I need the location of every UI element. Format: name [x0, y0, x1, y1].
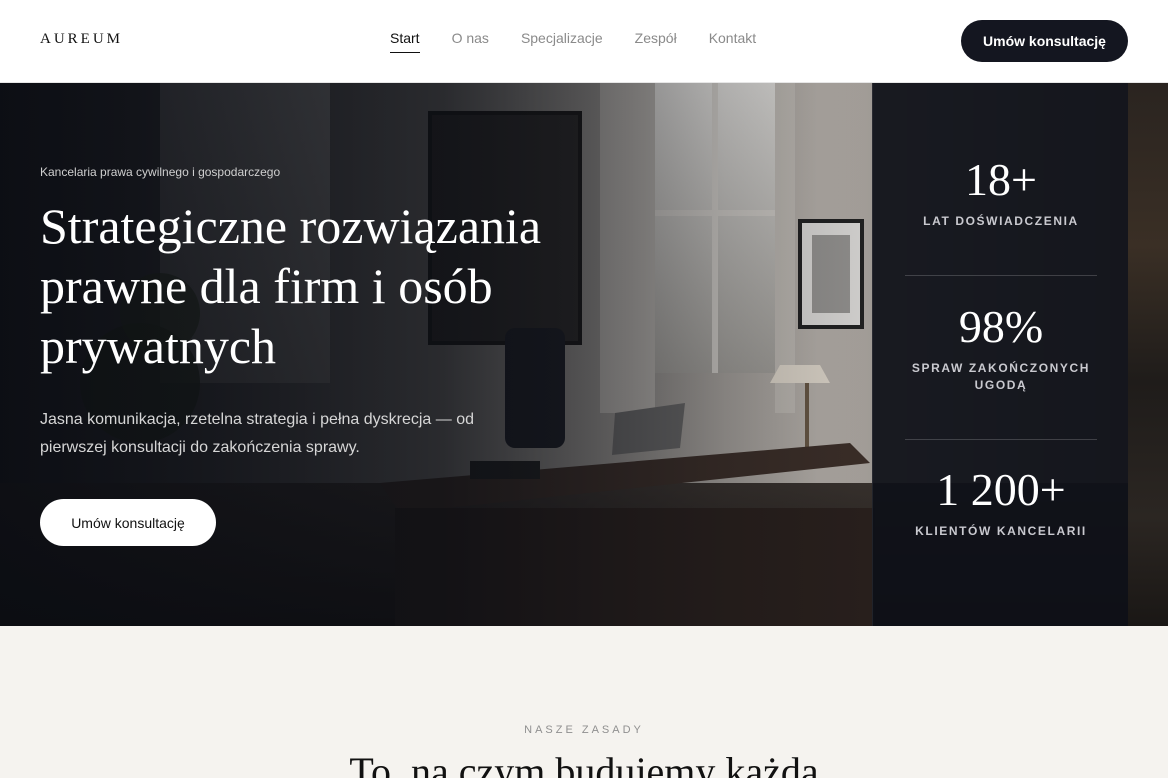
- stat-label: KLIENTÓW KANCELARII: [915, 524, 1087, 538]
- principles-eyebrow: NASZE ZASADY: [524, 724, 644, 736]
- stat-divider: [905, 439, 1097, 440]
- hero-eyebrow: Kancelaria prawa cywilnego i gospodarcze…: [40, 165, 281, 179]
- hero-subtitle: Jasna komunikacja, rzetelna strategia i …: [40, 411, 474, 456]
- hero-section: Kancelaria prawa cywilnego i gospodarcze…: [0, 83, 1168, 626]
- stat-value: 98%: [958, 301, 1044, 352]
- main-nav: Start O nas Specjalizacje Zespół Kontakt: [390, 30, 788, 53]
- nav-item-start[interactable]: Start: [390, 30, 420, 53]
- stat-clients: 1 200+ KLIENTÓW KANCELARII: [873, 465, 1129, 540]
- nav-item-zespol[interactable]: Zespół: [635, 30, 677, 53]
- hero-title: Strategiczne rozwiązania prawne dla firm…: [40, 198, 542, 374]
- principles-title: To, na czym budujemy każdą: [349, 749, 819, 778]
- stat-value: 1 200+: [936, 464, 1066, 515]
- stat-experience: 18+ LAT DOŚWIADCZENIA: [873, 155, 1129, 230]
- stat-label: SPRAW ZAKOŃCZONYCH UGODĄ: [911, 361, 1091, 392]
- stat-divider: [905, 275, 1097, 276]
- hero-consultation-button[interactable]: Umów konsultację: [40, 499, 216, 546]
- logo[interactable]: AUREUM: [40, 31, 123, 48]
- stat-settlements: 98% SPRAW ZAKOŃCZONYCH UGODĄ: [873, 302, 1129, 394]
- stat-label: LAT DOŚWIADCZENIA: [923, 214, 1079, 228]
- stats-panel: 18+ LAT DOŚWIADCZENIA 98% SPRAW ZAKOŃCZO…: [872, 83, 1129, 626]
- stat-value: 18+: [965, 154, 1037, 205]
- nav-item-specjalizacje[interactable]: Specjalizacje: [521, 30, 603, 53]
- background-edge: [1128, 83, 1168, 626]
- nav-item-kontakt[interactable]: Kontakt: [709, 30, 756, 53]
- header-consultation-button[interactable]: Umów konsultację: [961, 20, 1128, 62]
- site-header: AUREUM Start O nas Specjalizacje Zespół …: [0, 0, 1168, 83]
- nav-item-o-nas[interactable]: O nas: [452, 30, 489, 53]
- principles-section: NASZE ZASADY To, na czym budujemy każdą: [0, 626, 1168, 778]
